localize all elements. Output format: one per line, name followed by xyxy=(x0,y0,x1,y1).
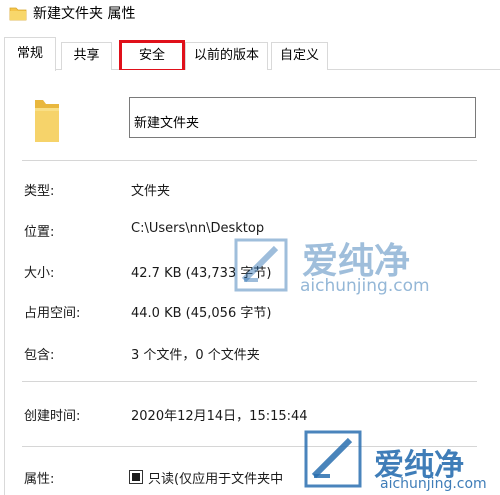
attributes-label: 属性: xyxy=(24,472,55,487)
tab-customize[interactable]: 自定义 xyxy=(271,42,328,70)
window-title: 新建文件夹 属性 xyxy=(33,6,136,22)
type-label: 类型: xyxy=(24,184,55,199)
folder-icon xyxy=(9,7,27,21)
disk-usage-label: 占用空间: xyxy=(24,306,81,321)
folder-name-input[interactable] xyxy=(129,97,476,138)
location-value: C:\Users\nn\Desktop xyxy=(131,221,265,236)
watermark-url: aichunjing.com xyxy=(300,276,430,296)
created-label: 创建时间: xyxy=(24,409,81,424)
tab-security[interactable]: 安全 xyxy=(119,40,185,72)
title-bar: 新建文件夹 属性 xyxy=(0,0,500,30)
readonly-checkbox-label[interactable]: 只读(仅应用于文件夹中 xyxy=(148,468,283,487)
contains-label: 包含: xyxy=(24,348,55,363)
folder-icon xyxy=(35,100,59,142)
watermark-url: aichunjing.com xyxy=(380,476,487,492)
location-label: 位置: xyxy=(24,225,55,240)
readonly-checkbox[interactable] xyxy=(129,470,143,484)
divider xyxy=(22,381,477,382)
watermark-logo-icon xyxy=(304,430,362,488)
tab-general[interactable]: 常规 xyxy=(4,37,56,71)
contains-value: 3 个文件，0 个文件夹 xyxy=(131,348,260,363)
size-label: 大小: xyxy=(24,266,55,281)
tab-sharing[interactable]: 共享 xyxy=(61,42,112,70)
tab-previous-versions[interactable]: 以前的版本 xyxy=(185,42,268,70)
disk-usage-value: 44.0 KB (45,056 字节) xyxy=(131,306,272,321)
divider xyxy=(22,160,477,161)
type-value: 文件夹 xyxy=(131,184,171,199)
created-value: 2020年12月14日，15:15:44 xyxy=(131,409,308,424)
watermark-logo-icon xyxy=(234,238,288,292)
